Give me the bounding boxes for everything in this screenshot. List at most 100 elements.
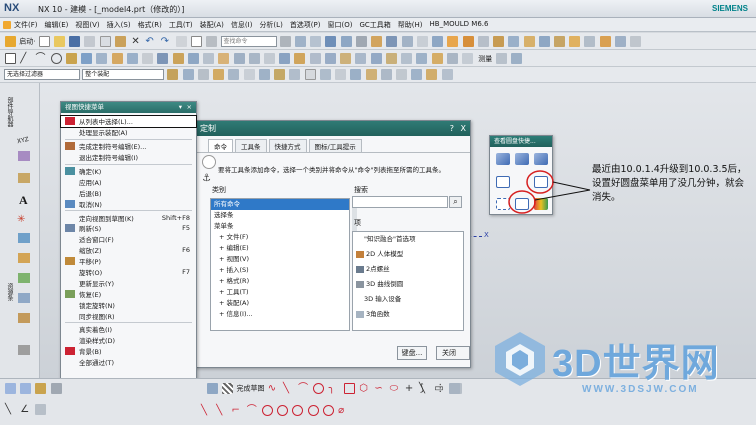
resource-tab[interactable]: 资源条 <box>2 283 14 301</box>
command-item[interactable]: 3D 曲线倒圆 <box>353 277 463 292</box>
make-corner-icon[interactable]: ⌐ <box>231 405 242 416</box>
replace-face-icon[interactable] <box>340 53 352 64</box>
snap-angle-icon[interactable] <box>426 69 438 80</box>
arc-icon[interactable]: ⌒ <box>35 53 46 64</box>
shortcut-menu-item[interactable]: 取消(N) <box>61 198 196 209</box>
sun-icon[interactable]: ✳ <box>17 215 30 225</box>
sketch-circle-icon[interactable] <box>313 383 325 394</box>
quick-extend-icon[interactable]: ╲ <box>216 405 227 416</box>
keyboard-button[interactable]: 键盘... <box>397 346 427 360</box>
sketch-point-icon[interactable]: + <box>405 383 416 394</box>
menu-item[interactable]: 编辑(E) <box>45 20 69 30</box>
chamfer-sketch-icon[interactable]: ⌒ <box>247 405 258 416</box>
snap-arc-center-icon[interactable] <box>380 69 392 80</box>
menu-item[interactable]: 格式(R) <box>138 20 162 30</box>
finish-sketch-icon[interactable] <box>222 383 234 394</box>
chamfer-icon[interactable] <box>294 53 306 64</box>
shortcut-menu-item[interactable]: 同步视图(R) <box>61 310 196 321</box>
boss-icon[interactable] <box>493 36 505 47</box>
sketch-line-icon[interactable]: ╲ <box>283 383 294 394</box>
polyline-icon[interactable]: ∠ <box>20 404 31 415</box>
snap-center-icon[interactable] <box>243 69 255 80</box>
command-list[interactable]: "知识融合"首选项 2D 人体模型 2点螺丝 3D 曲线倒圆 3D 输入设备 3… <box>352 231 464 331</box>
open-icon[interactable] <box>53 36 65 47</box>
delete-icon[interactable]: ✕ <box>130 36 141 47</box>
project-curve-icon[interactable] <box>126 53 138 64</box>
select-all-icon[interactable] <box>182 69 194 80</box>
perimeter-dimension-icon[interactable]: ▭ <box>434 383 445 394</box>
delete-face-icon[interactable] <box>355 53 367 64</box>
command-item[interactable]: 3角函数 <box>353 307 463 322</box>
repeat-icon[interactable] <box>175 36 187 47</box>
wireframe-icon[interactable] <box>310 36 322 47</box>
web-browser-icon[interactable] <box>18 273 30 283</box>
system-materials-icon[interactable] <box>18 313 30 323</box>
view-top-icon[interactable] <box>401 36 413 47</box>
search-input[interactable] <box>352 196 448 208</box>
studio-spline-icon[interactable]: ∽ <box>374 383 385 394</box>
close-button[interactable]: 关闭 <box>436 346 470 360</box>
close-icon[interactable]: X <box>461 121 466 136</box>
mesh-surface-icon[interactable] <box>172 53 184 64</box>
swept-icon[interactable] <box>187 53 199 64</box>
snap-reset-icon[interactable] <box>441 69 453 80</box>
trim-body-icon[interactable] <box>553 36 565 47</box>
shell-icon[interactable] <box>614 36 626 47</box>
shortcut-menu-item[interactable]: 刷新(S) F5 <box>61 223 196 234</box>
angular-dimension-icon[interactable]: ╲ <box>419 383 430 394</box>
shortcut-menu-item[interactable]: 适合窗口(F) <box>61 234 196 245</box>
snap-midpoint-icon[interactable] <box>228 69 240 80</box>
measure-angle-icon[interactable] <box>510 53 522 64</box>
point-icon[interactable] <box>96 53 108 64</box>
window-icon[interactable] <box>191 36 203 47</box>
tab-shortcuts[interactable]: 快捷方式 <box>268 139 307 152</box>
layer-icon[interactable] <box>371 36 383 47</box>
view-top-icon[interactable] <box>35 383 47 394</box>
line-icon[interactable]: ╲ <box>5 404 16 415</box>
shortcut-menu-item[interactable]: 后退(B) <box>61 187 196 198</box>
tab-commands[interactable]: 命令 <box>208 139 233 152</box>
save-icon[interactable] <box>69 36 81 47</box>
orient-icon[interactable] <box>416 36 428 47</box>
close-icon[interactable]: × <box>187 102 192 113</box>
shortcut-menu-item[interactable]: 退出定制符号编辑(I) <box>61 152 196 163</box>
shortcut-menu-item[interactable]: 处理显示装配(A) <box>61 127 196 138</box>
hd3d-icon[interactable] <box>18 253 30 263</box>
fillet-icon[interactable]: ╮ <box>329 383 340 394</box>
unite-icon[interactable] <box>508 36 520 47</box>
constraint-icon[interactable] <box>261 405 273 416</box>
offset-icon[interactable] <box>599 36 611 47</box>
snap-on-curve-icon[interactable] <box>304 69 316 80</box>
deselect-icon[interactable] <box>197 69 209 80</box>
category-list[interactable]: 所有命令 选择条 菜单条 + 文件(F) + 编辑(E) + 视图(V) + 插… <box>210 198 350 331</box>
sew-icon[interactable] <box>233 53 245 64</box>
category-item[interactable]: + 视图(V) <box>211 254 349 265</box>
show-constraints-icon[interactable] <box>292 405 304 416</box>
shortcut-menu-item[interactable]: 真实着色(I) <box>61 324 196 335</box>
view-iso-icon[interactable] <box>50 383 62 394</box>
datum-axis-icon[interactable] <box>416 53 428 64</box>
rapid-dimension-icon[interactable] <box>307 405 319 416</box>
shortcut-menu-item[interactable]: 更新显示(Y) <box>61 277 196 288</box>
curve-tool-icon[interactable] <box>35 404 47 415</box>
snap-on-face-icon[interactable] <box>319 69 331 80</box>
sync-move-face-icon[interactable] <box>324 53 336 64</box>
radial-dimension-icon[interactable]: ⌀ <box>338 405 349 416</box>
selection-scope-select[interactable]: 整个装配 <box>82 69 165 80</box>
pattern-icon[interactable] <box>630 36 642 47</box>
dropdown-arrow-icon[interactable] <box>279 36 291 47</box>
shortcut-menu-item[interactable]: 旋转(O) F7 <box>61 267 196 278</box>
app-menu-icon[interactable] <box>3 21 11 29</box>
category-item[interactable]: 菜单条 <box>211 221 349 232</box>
touch-mode-icon[interactable] <box>206 36 218 47</box>
category-item[interactable]: + 编辑(E) <box>211 243 349 254</box>
filter-icon[interactable] <box>167 69 179 80</box>
subtract-icon[interactable] <box>523 36 535 47</box>
profile-icon[interactable]: ∿ <box>268 383 279 394</box>
intersect-icon[interactable] <box>538 36 550 47</box>
through-curves-icon[interactable] <box>218 53 230 64</box>
menu-item[interactable]: 窗口(O) <box>328 20 353 30</box>
shortcut-menu-item[interactable]: 恢复(E) <box>61 288 196 299</box>
rectangle-icon[interactable] <box>5 53 16 64</box>
shortcut-menu-item[interactable]: 完成定制符号编辑(E)... <box>61 141 196 152</box>
